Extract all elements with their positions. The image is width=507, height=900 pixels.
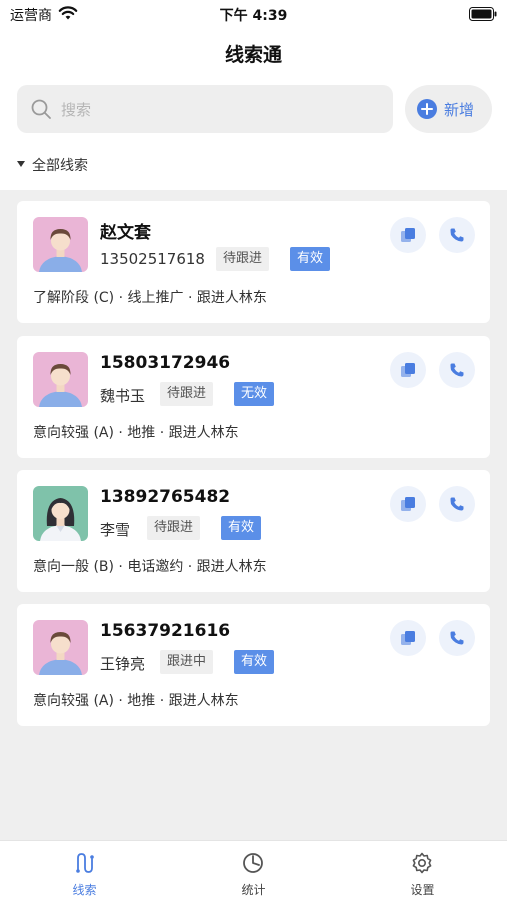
lead-card[interactable]: 赵文套 13502517618 待跟进 有效 了解阶段 (C) · 线上推广 ·… xyxy=(17,201,490,323)
phone-icon xyxy=(450,497,464,511)
lead-card[interactable]: 15803172946 魏书玉 待跟进 无效 意向较强 (A) · 地推 · 跟… xyxy=(17,336,490,458)
add-button[interactable]: 新增 xyxy=(405,85,492,133)
lead-phone: 15637921616 xyxy=(100,621,231,641)
status-time: 下午 4:39 xyxy=(219,8,288,24)
male-avatar xyxy=(33,620,88,675)
search-input[interactable]: 搜索 xyxy=(17,85,393,133)
add-button-label: 新增 xyxy=(444,101,475,119)
lead-phone: 15803172946 xyxy=(100,353,231,373)
status-badge: 待跟进 xyxy=(160,382,214,406)
lead-description: 了解阶段 (C) · 线上推广 · 跟进人林东 xyxy=(33,290,267,306)
pie-chart-icon xyxy=(243,853,263,873)
copy-icon xyxy=(401,497,415,511)
copy-icon xyxy=(401,228,415,242)
status-bar: 运营商 下午 4:39 xyxy=(0,0,507,28)
lead-description: 意向较强 (A) · 地推 · 跟进人林东 xyxy=(33,693,239,709)
tab-label: 线索 xyxy=(72,883,97,897)
copy-icon xyxy=(401,631,415,645)
tab-statistics[interactable]: 统计 xyxy=(169,841,338,900)
battery-icon xyxy=(469,7,497,21)
validity-badge: 有效 xyxy=(234,650,275,674)
lead-description: 意向较强 (A) · 地推 · 跟进人林东 xyxy=(33,425,239,441)
call-button[interactable] xyxy=(439,352,475,388)
copy-button[interactable] xyxy=(390,620,426,656)
search-icon xyxy=(31,99,51,119)
lead-name: 赵文套 xyxy=(100,223,151,243)
status-badge: 待跟进 xyxy=(147,516,201,540)
phone-icon xyxy=(450,228,464,242)
filter-label: 全部线索 xyxy=(32,158,88,174)
status-badge: 待跟进 xyxy=(216,247,270,271)
lead-card[interactable]: 15637921616 王铮亮 跟进中 有效 意向较强 (A) · 地推 · 跟… xyxy=(17,604,490,726)
call-button[interactable] xyxy=(439,620,475,656)
call-button[interactable] xyxy=(439,486,475,522)
copy-button[interactable] xyxy=(390,352,426,388)
phone-icon xyxy=(450,631,464,645)
lead-phone: 13892765482 xyxy=(100,487,231,507)
lead-name: 王铮亮 xyxy=(100,655,146,673)
copy-button[interactable] xyxy=(390,486,426,522)
header-area: 运营商 下午 4:39 线索通 搜索 新增 全部线索 xyxy=(0,0,507,190)
caret-down-icon xyxy=(17,161,25,167)
male-avatar xyxy=(33,352,88,407)
plus-circle-icon xyxy=(417,99,437,119)
phone-icon xyxy=(450,363,464,377)
lead-card[interactable]: 13892765482 李雪 待跟进 有效 意向一般 (B) · 电话邀约 · … xyxy=(17,470,490,592)
call-button[interactable] xyxy=(439,217,475,253)
validity-badge: 有效 xyxy=(221,516,262,540)
copy-button[interactable] xyxy=(390,217,426,253)
tab-label: 统计 xyxy=(241,883,266,897)
search-placeholder: 搜索 xyxy=(61,101,92,119)
status-badge: 跟进中 xyxy=(160,650,214,674)
page-title: 线索通 xyxy=(224,44,282,66)
tab-bar: 线索 统计 设置 xyxy=(0,840,507,900)
tab-leads[interactable]: 线索 xyxy=(0,841,169,900)
validity-badge: 无效 xyxy=(234,382,275,406)
lead-name: 魏书玉 xyxy=(100,387,146,405)
lead-description: 意向一般 (B) · 电话邀约 · 跟进人林东 xyxy=(33,559,267,575)
validity-badge: 有效 xyxy=(290,247,331,271)
gear-icon xyxy=(412,852,432,874)
lead-phone: 13502517618 xyxy=(100,250,205,268)
tab-settings[interactable]: 设置 xyxy=(338,841,507,900)
lead-name: 李雪 xyxy=(100,521,131,539)
female-avatar xyxy=(33,486,88,541)
route-icon xyxy=(76,853,94,873)
male-avatar xyxy=(33,217,88,272)
copy-icon xyxy=(401,363,415,377)
tab-label: 设置 xyxy=(410,883,435,897)
